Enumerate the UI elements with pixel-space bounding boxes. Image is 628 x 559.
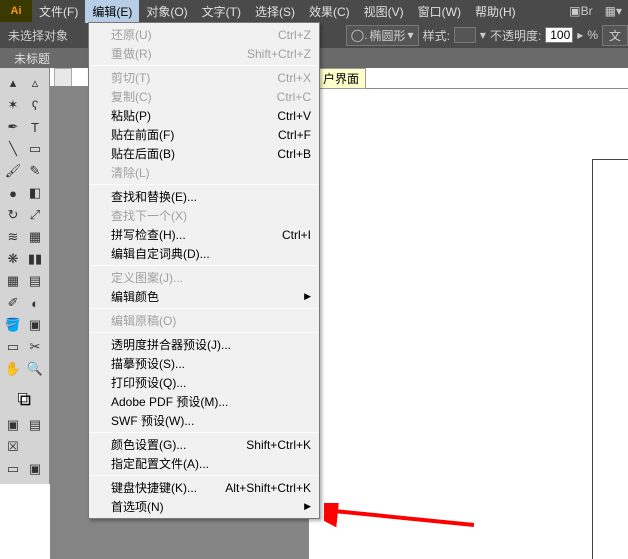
full-screen-icon[interactable]: ▣ xyxy=(24,458,46,480)
menu-item-spell-check[interactable]: 拼写检查(H)...Ctrl+I xyxy=(89,225,319,244)
pencil-tool-icon[interactable]: ✎ xyxy=(24,160,46,182)
document-tab[interactable]: 未标题 xyxy=(6,48,58,69)
paintbrush-tool-icon[interactable]: 🖌 xyxy=(2,160,24,182)
artboard xyxy=(592,159,628,559)
eyedropper-tool-icon[interactable]: ✐ xyxy=(2,292,24,314)
doc-setup-button[interactable]: 文 xyxy=(602,25,628,46)
pen-tool-icon[interactable]: ✒ xyxy=(2,116,24,138)
graph-tool-icon[interactable]: ▮▮ xyxy=(24,248,46,270)
menu-item-tracing-presets[interactable]: 描摹预设(S)... xyxy=(89,354,319,373)
menu-view[interactable]: 视图(V) xyxy=(357,0,411,23)
menu-item-edit-colors[interactable]: 编辑颜色▶ xyxy=(89,287,319,306)
live-paint-selection-tool-icon[interactable]: ▣ xyxy=(24,314,46,336)
menu-item-custom-dictionary[interactable]: 编辑自定词典(D)... xyxy=(89,244,319,263)
line-tool-icon[interactable]: ╲ xyxy=(2,138,24,160)
menu-item-keyboard-shortcuts[interactable]: 键盘快捷键(K)...Alt+Shift+Ctrl+K xyxy=(89,478,319,497)
gradient-tool-icon[interactable]: ▤ xyxy=(24,270,46,292)
arrange-icon[interactable]: ▦▾ xyxy=(599,2,628,20)
style-label: 样式: xyxy=(423,27,450,44)
blend-tool-icon[interactable]: ◐ xyxy=(24,292,46,314)
type-tool-icon[interactable]: T xyxy=(24,116,46,138)
menubar: Ai 文件(F) 编辑(E) 对象(O) 文字(T) 选择(S) 效果(C) 视… xyxy=(0,0,628,22)
workspace-label: 户界面 xyxy=(316,68,366,89)
mesh-tool-icon[interactable]: ▦ xyxy=(2,270,24,292)
menu-item-pdf-presets[interactable]: Adobe PDF 预设(M)... xyxy=(89,392,319,411)
menu-effect[interactable]: 效果(C) xyxy=(302,0,357,23)
color-mode-icon[interactable]: ▣ xyxy=(2,414,24,436)
canvas-area[interactable] xyxy=(308,88,628,559)
menu-item-undo[interactable]: 还原(U)Ctrl+Z xyxy=(89,25,319,44)
lasso-tool-icon[interactable]: ʕ xyxy=(24,94,46,116)
menu-file[interactable]: 文件(F) xyxy=(32,0,85,23)
menu-item-assign-profile[interactable]: 指定配置文件(A)... xyxy=(89,454,319,473)
menu-item-define-pattern[interactable]: 定义图案(J)... xyxy=(89,268,319,287)
style-dropdown[interactable] xyxy=(454,27,476,43)
zoom-tool-icon[interactable]: 🔍 xyxy=(24,358,46,380)
app-logo: Ai xyxy=(0,0,32,22)
rotate-tool-icon[interactable]: ↻ xyxy=(2,204,24,226)
screen-mode-icon[interactable]: ▭ xyxy=(2,458,24,480)
menu-item-edit-original[interactable]: 编辑原稿(O) xyxy=(89,311,319,330)
blob-brush-tool-icon[interactable]: ● xyxy=(2,182,24,204)
artboard-tool-icon[interactable]: ▭ xyxy=(2,336,24,358)
menu-item-paste-front[interactable]: 贴在前面(F)Ctrl+F xyxy=(89,125,319,144)
bridge-icon[interactable]: ▣Br xyxy=(563,2,598,20)
none-mode-icon[interactable]: ☒ xyxy=(2,436,24,458)
menu-item-transparency-flattener[interactable]: 透明度拼合器预设(J)... xyxy=(89,335,319,354)
submenu-arrow-icon: ▶ xyxy=(304,291,311,302)
gradient-mode-icon[interactable]: ▤ xyxy=(24,414,46,436)
edit-menu-dropdown: 还原(U)Ctrl+Z 重做(R)Shift+Ctrl+Z 剪切(T)Ctrl+… xyxy=(88,22,320,519)
annotation-arrow-icon xyxy=(324,503,484,533)
direct-selection-tool-icon[interactable]: ▵ xyxy=(24,72,46,94)
magic-wand-tool-icon[interactable]: ✶ xyxy=(2,94,24,116)
menu-edit[interactable]: 编辑(E) xyxy=(85,0,139,23)
tools-panel: ▴▵ ✶ʕ ✒T ╲▭ 🖌✎ ●◧ ↻⤢ ≋▦ ❋▮▮ ▦▤ ✐◐ 🪣▣ ▭✂ … xyxy=(0,68,50,484)
slice-tool-icon[interactable]: ✂ xyxy=(24,336,46,358)
menu-select[interactable]: 选择(S) xyxy=(248,0,302,23)
selection-tool-icon[interactable]: ▴ xyxy=(2,72,24,94)
symbol-sprayer-tool-icon[interactable]: ❋ xyxy=(2,248,24,270)
free-transform-tool-icon[interactable]: ▦ xyxy=(24,226,46,248)
menu-item-find-replace[interactable]: 查找和替换(E)... xyxy=(89,187,319,206)
rectangle-tool-icon[interactable]: ▭ xyxy=(24,138,46,160)
menu-object[interactable]: 对象(O) xyxy=(139,0,194,23)
menu-item-find-next[interactable]: 查找下一个(X) xyxy=(89,206,319,225)
submenu-arrow-icon: ▶ xyxy=(304,501,311,512)
opacity-label: 不透明度: xyxy=(490,27,541,44)
menu-item-color-settings[interactable]: 颜色设置(G)...Shift+Ctrl+K xyxy=(89,435,319,454)
menu-item-clear[interactable]: 清除(L) xyxy=(89,163,319,182)
menu-item-swf-presets[interactable]: SWF 预设(W)... xyxy=(89,411,319,430)
selection-status: 未选择对象 xyxy=(8,27,68,44)
menu-item-copy[interactable]: 复制(C)Ctrl+C xyxy=(89,87,319,106)
shape-selector[interactable]: ◯.椭圆形▾ xyxy=(346,25,419,46)
live-paint-tool-icon[interactable]: 🪣 xyxy=(2,314,24,336)
hand-tool-icon[interactable]: ✋ xyxy=(2,358,24,380)
menu-window[interactable]: 窗口(W) xyxy=(411,0,468,23)
menu-item-paste-back[interactable]: 贴在后面(B)Ctrl+B xyxy=(89,144,319,163)
menu-type[interactable]: 文字(T) xyxy=(195,0,248,23)
menu-item-paste[interactable]: 粘贴(P)Ctrl+V xyxy=(89,106,319,125)
warp-tool-icon[interactable]: ≋ xyxy=(2,226,24,248)
scale-tool-icon[interactable]: ⤢ xyxy=(24,204,46,226)
eraser-tool-icon[interactable]: ◧ xyxy=(24,182,46,204)
percent-label: % xyxy=(587,28,598,42)
panel-tab[interactable] xyxy=(54,68,72,86)
menu-item-preferences[interactable]: 首选项(N)▶ xyxy=(89,497,319,516)
menu-item-redo[interactable]: 重做(R)Shift+Ctrl+Z xyxy=(89,44,319,63)
opacity-input[interactable] xyxy=(545,27,573,43)
menu-item-print-presets[interactable]: 打印预设(Q)... xyxy=(89,373,319,392)
menu-help[interactable]: 帮助(H) xyxy=(468,0,523,23)
menu-item-cut[interactable]: 剪切(T)Ctrl+X xyxy=(89,68,319,87)
fill-stroke-icon[interactable] xyxy=(2,384,46,414)
